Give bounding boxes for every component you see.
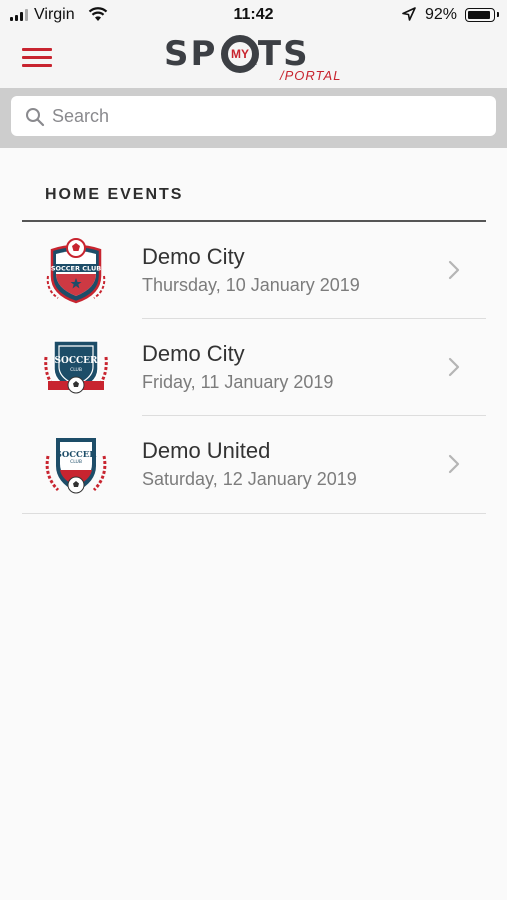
event-row[interactable]: SOCCER CLUB Demo United Saturday, 12 Jan… <box>22 416 486 512</box>
svg-text:CLUB: CLUB <box>70 459 82 465</box>
carrier-name: Virgin <box>34 6 75 23</box>
list-bottom-divider <box>22 513 486 514</box>
svg-text:CLUB: CLUB <box>70 367 82 373</box>
event-date: Friday, 11 January 2019 <box>142 372 334 392</box>
search-input[interactable]: Search <box>11 96 496 136</box>
soccer-club-crest-icon: SOCCER CLUB <box>46 238 106 304</box>
menu-line <box>22 56 52 59</box>
menu-line <box>22 64 52 67</box>
menu-line <box>22 48 52 51</box>
svg-text:SOCCER CLUB: SOCCER CLUB <box>51 265 101 273</box>
battery-percentage: 92% <box>425 6 458 23</box>
location-arrow-icon <box>402 7 416 21</box>
hamburger-menu-button[interactable] <box>22 46 54 68</box>
battery-icon <box>465 8 499 22</box>
section-title: HOME EVENTS <box>45 186 184 203</box>
event-date: Saturday, 12 January 2019 <box>142 469 357 489</box>
soccer-club-laurel-crest-icon: SOCCER CLUB <box>45 438 107 494</box>
soccer-crest-banner-icon: SOCCER CLUB <box>44 340 108 394</box>
event-team-name: Demo City <box>142 244 245 269</box>
my-sports-portal-logo: SP RTS MY /PORTAL <box>164 35 346 83</box>
status-bar: Virgin 11:42 92% <box>0 0 507 30</box>
cellular-signal-icon <box>10 9 28 21</box>
search-icon <box>26 108 45 127</box>
event-date: Thursday, 10 January 2019 <box>142 275 360 295</box>
event-team-name: Demo United <box>142 438 271 463</box>
chevron-right-icon <box>448 454 460 474</box>
event-team-name: Demo City <box>142 341 245 366</box>
svg-text:SOCCER: SOCCER <box>54 356 98 366</box>
logo-my: MY <box>231 47 249 61</box>
search-placeholder: Search <box>52 106 110 126</box>
chevron-right-icon <box>448 357 460 377</box>
search-bar-container: Search <box>0 88 507 148</box>
event-row[interactable]: SOCCER CLUB Demo City Friday, 11 January… <box>22 319 486 415</box>
wifi-icon <box>88 7 108 21</box>
app-header: SP RTS MY /PORTAL <box>0 30 507 88</box>
svg-text:SOCCER: SOCCER <box>56 450 98 460</box>
chevron-right-icon <box>448 260 460 280</box>
event-row[interactable]: SOCCER CLUB Demo City Thursday, 10 Janua… <box>22 222 486 318</box>
logo-portal: /PORTAL <box>280 68 342 83</box>
